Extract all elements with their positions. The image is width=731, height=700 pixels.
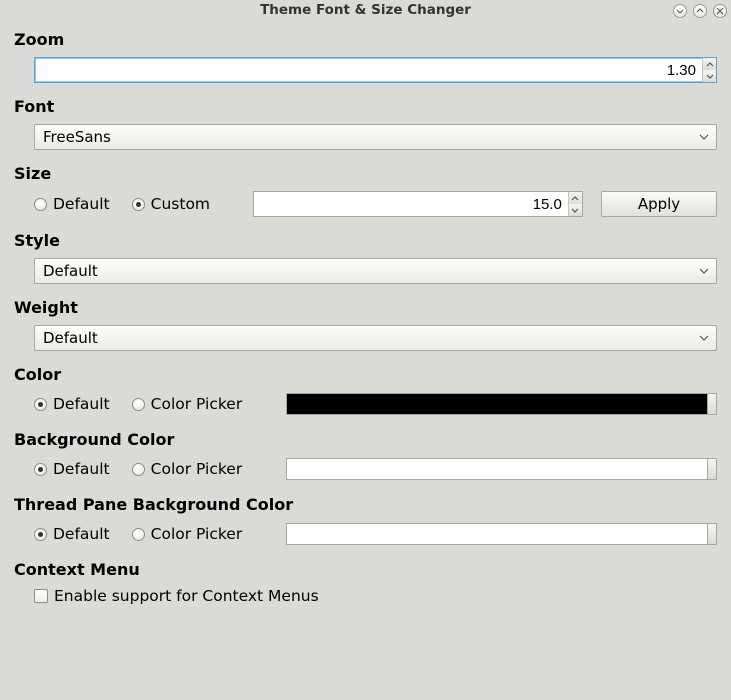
thread-bg-default-label: Default [53, 525, 110, 543]
size-input[interactable] [254, 192, 568, 216]
context-menu-section: Context Menu Enable support for Context … [14, 560, 717, 605]
color-label: Color [14, 365, 717, 384]
checkbox-icon [34, 589, 48, 603]
style-select-value: Default [43, 262, 696, 280]
color-default-radio[interactable]: Default [34, 395, 110, 413]
radio-icon [34, 198, 47, 211]
color-swatch-wrap [286, 392, 717, 416]
size-default-radio[interactable]: Default [34, 195, 110, 213]
color-default-label: Default [53, 395, 110, 413]
color-swatch[interactable] [286, 393, 708, 415]
weight-select[interactable]: Default [34, 325, 717, 351]
window-title: Theme Font & Size Changer [260, 2, 471, 18]
weight-select-value: Default [43, 329, 696, 347]
maximize-button[interactable] [693, 4, 707, 18]
context-menu-label: Context Menu [14, 560, 717, 579]
close-button[interactable] [713, 4, 727, 18]
chevron-down-icon [696, 268, 712, 274]
weight-section: Weight Default [14, 298, 717, 351]
chevron-down-icon [696, 134, 712, 140]
style-select[interactable]: Default [34, 258, 717, 284]
thread-bg-default-radio[interactable]: Default [34, 525, 110, 543]
radio-icon [132, 528, 145, 541]
bg-swatch-handle[interactable] [708, 458, 717, 480]
size-section: Size Default Custom Apply [14, 164, 717, 217]
thread-bg-picker-label: Color Picker [151, 525, 243, 543]
style-section: Style Default [14, 231, 717, 284]
window-buttons [673, 4, 727, 18]
size-default-label: Default [53, 195, 110, 213]
bg-swatch[interactable] [286, 458, 708, 480]
size-custom-radio[interactable]: Custom [132, 195, 210, 213]
color-section: Color Default Color Picker [14, 365, 717, 416]
color-picker-radio[interactable]: Color Picker [132, 395, 243, 413]
size-spin-down[interactable] [569, 204, 582, 216]
style-label: Style [14, 231, 717, 250]
font-section: Font FreeSans [14, 97, 717, 150]
radio-icon [132, 398, 145, 411]
zoom-spinner[interactable] [34, 57, 717, 83]
color-swatch-handle[interactable] [708, 393, 717, 415]
bg-label: Background Color [14, 430, 717, 449]
thread-bg-swatch-wrap [286, 522, 717, 546]
thread-bg-label: Thread Pane Background Color [14, 495, 717, 514]
context-menu-checkbox-label: Enable support for Context Menus [54, 587, 319, 605]
radio-icon [34, 528, 47, 541]
font-select-value: FreeSans [43, 128, 696, 146]
zoom-spin-buttons [702, 58, 716, 82]
zoom-input[interactable] [35, 58, 702, 82]
zoom-section: Zoom [14, 30, 717, 83]
bg-swatch-wrap [286, 457, 717, 481]
bg-default-label: Default [53, 460, 110, 478]
zoom-label: Zoom [14, 30, 717, 49]
bg-picker-radio[interactable]: Color Picker [132, 460, 243, 478]
thread-bg-swatch-handle[interactable] [708, 523, 717, 545]
minimize-button[interactable] [673, 4, 687, 18]
radio-icon [34, 398, 47, 411]
font-label: Font [14, 97, 717, 116]
bg-picker-label: Color Picker [151, 460, 243, 478]
bg-section: Background Color Default Color Picker [14, 430, 717, 481]
thread-bg-swatch[interactable] [286, 523, 708, 545]
context-menu-checkbox[interactable]: Enable support for Context Menus [34, 587, 319, 605]
color-picker-label: Color Picker [151, 395, 243, 413]
size-spinner[interactable] [253, 191, 583, 217]
size-spin-buttons [568, 192, 582, 216]
zoom-spin-up[interactable] [703, 58, 716, 70]
chevron-down-icon [696, 335, 712, 341]
bg-default-radio[interactable]: Default [34, 460, 110, 478]
apply-button[interactable]: Apply [601, 191, 717, 217]
size-label: Size [14, 164, 717, 183]
thread-bg-section: Thread Pane Background Color Default Col… [14, 495, 717, 546]
radio-icon [34, 463, 47, 476]
dialog-content: Zoom Font FreeSans Size Defau [0, 22, 731, 605]
zoom-spin-down[interactable] [703, 70, 716, 82]
size-spin-up[interactable] [569, 192, 582, 204]
titlebar: Theme Font & Size Changer [0, 0, 731, 22]
size-custom-label: Custom [151, 195, 210, 213]
radio-icon [132, 198, 145, 211]
thread-bg-picker-radio[interactable]: Color Picker [132, 525, 243, 543]
weight-label: Weight [14, 298, 717, 317]
radio-icon [132, 463, 145, 476]
font-select[interactable]: FreeSans [34, 124, 717, 150]
